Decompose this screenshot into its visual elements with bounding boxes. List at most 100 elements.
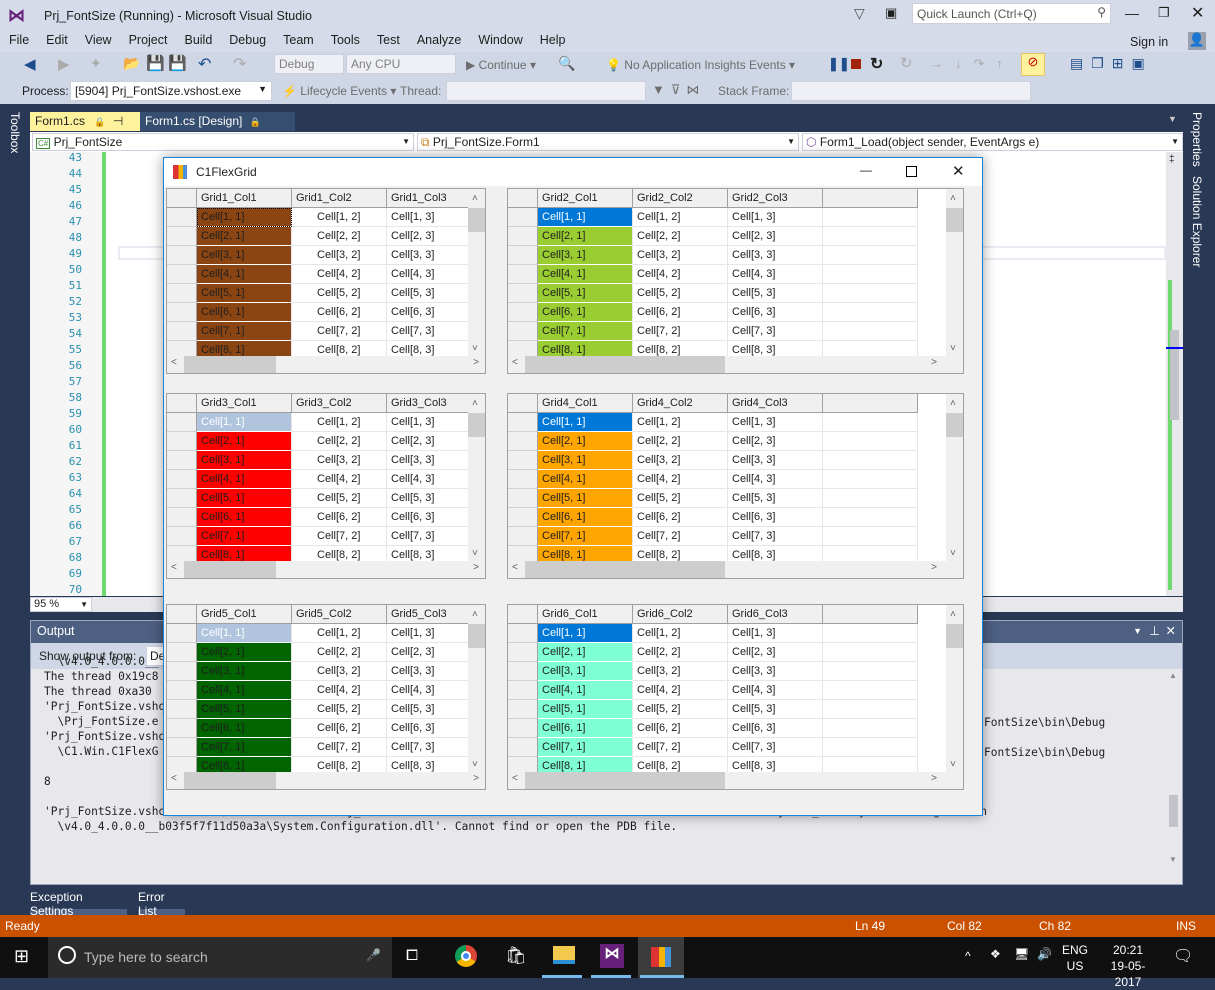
scroll-right-icon[interactable]: > <box>931 357 937 368</box>
grid-cell[interactable]: Cell[7, 1] <box>538 322 633 341</box>
grid-cell[interactable]: Cell[5, 3] <box>387 284 469 303</box>
row-header[interactable] <box>508 489 538 508</box>
grid-cell[interactable]: Cell[4, 2] <box>633 681 728 700</box>
grid-cell[interactable]: Cell[4, 2] <box>633 265 728 284</box>
insights-dropdown[interactable]: 💡 No Application Insights Events ▾ <box>606 58 795 72</box>
form-minimize-button[interactable]: — <box>860 163 872 177</box>
menu-test[interactable]: Test <box>368 30 408 47</box>
flexgrid-5[interactable]: Grid5_Col1 Grid5_Col2 Grid5_Col3 Cell[1, 1]… <box>166 604 486 790</box>
horizontal-scrollbar[interactable]: < > <box>508 772 963 789</box>
grid-cell[interactable]: Cell[2, 1] <box>538 227 633 246</box>
menu-view[interactable]: View <box>76 30 120 47</box>
tab-form1-cs[interactable]: Form1.cs 🔒 ⊣ ✕ <box>30 112 140 142</box>
grid-cell[interactable]: Cell[7, 2] <box>292 527 387 546</box>
action-center-icon[interactable]: 🗨 <box>1173 946 1193 966</box>
properties-tab[interactable]: Properties <box>1190 112 1204 167</box>
vertical-scrollbar[interactable]: ˄ ˅ <box>946 394 963 561</box>
row-header[interactable] <box>167 643 197 662</box>
flexgrid-1[interactable]: Grid1_Col1 Grid1_Col2 Grid1_Col3 Cell[1, 1]… <box>166 188 486 374</box>
grid-cell[interactable]: Cell[4, 1] <box>538 681 633 700</box>
account-avatar-icon[interactable]: 👤 <box>1188 32 1206 50</box>
grid-cell[interactable]: Cell[3, 1] <box>538 662 633 681</box>
scroll-down-icon[interactable]: ˅ <box>472 759 478 770</box>
row-header[interactable] <box>167 489 197 508</box>
scroll-thumb[interactable] <box>184 356 276 373</box>
grid-cell[interactable]: Cell[6, 3] <box>387 719 469 738</box>
menu-edit[interactable]: Edit <box>37 30 76 47</box>
row-header[interactable] <box>508 432 538 451</box>
menu-project[interactable]: Project <box>120 30 176 47</box>
scroll-thumb[interactable] <box>946 413 963 437</box>
grid-cell[interactable]: Cell[2, 1] <box>197 643 292 662</box>
open-file-icon[interactable]: 📂 <box>123 55 140 72</box>
grid-cell[interactable]: Cell[7, 2] <box>292 322 387 341</box>
grid-cell[interactable]: Cell[3, 1] <box>197 662 292 681</box>
scroll-thumb[interactable] <box>468 413 485 437</box>
grid-cell[interactable]: Cell[1, 2] <box>292 208 387 227</box>
scroll-thumb[interactable] <box>525 561 725 578</box>
grid-cell[interactable]: Cell[1, 2] <box>633 624 728 643</box>
continue-button[interactable]: ▶ Continue ▾ <box>466 58 536 72</box>
grid-cell[interactable]: Cell[5, 3] <box>387 489 469 508</box>
grid-cell[interactable]: Cell[1, 1] <box>197 624 292 643</box>
menu-help[interactable]: Help <box>531 30 574 47</box>
grid-cell[interactable]: Cell[2, 3] <box>387 227 469 246</box>
grid-cell[interactable]: Cell[6, 2] <box>633 719 728 738</box>
scroll-right-icon[interactable]: > <box>473 357 479 368</box>
grid-cell[interactable]: Cell[3, 1] <box>538 246 633 265</box>
feedback-icon[interactable]: ▣ <box>885 5 897 21</box>
grid-cell-empty[interactable] <box>823 413 918 432</box>
panel-menu-icon[interactable]: ▼ <box>1133 626 1142 636</box>
horizontal-scrollbar[interactable]: < > <box>508 356 963 373</box>
menu-debug[interactable]: Debug <box>220 30 274 47</box>
grid-cell[interactable]: Cell[7, 1] <box>197 738 292 757</box>
row-header[interactable] <box>508 700 538 719</box>
row-header[interactable] <box>167 265 197 284</box>
grid-cell[interactable]: Cell[3, 2] <box>633 662 728 681</box>
scroll-thumb[interactable] <box>468 624 485 648</box>
grid-cell[interactable]: Cell[4, 3] <box>728 470 823 489</box>
grid-cell[interactable]: Cell[3, 3] <box>728 451 823 470</box>
clock[interactable]: 20:21 19-05-2017 <box>1098 942 1158 990</box>
grid-cell[interactable]: Cell[6, 3] <box>387 508 469 527</box>
grid-cell[interactable]: Cell[4, 3] <box>387 470 469 489</box>
scroll-thumb[interactable] <box>946 624 963 648</box>
grid-cell[interactable]: Cell[4, 1] <box>538 265 633 284</box>
grid-cell-empty[interactable] <box>823 681 918 700</box>
row-header[interactable] <box>508 527 538 546</box>
scroll-down-icon[interactable]: ˅ <box>950 548 956 559</box>
row-header[interactable] <box>508 719 538 738</box>
grid-cell[interactable]: Cell[5, 1] <box>538 284 633 303</box>
scroll-right-icon[interactable]: > <box>931 562 937 573</box>
grid-cell[interactable]: Cell[6, 1] <box>197 303 292 322</box>
grid-cell[interactable]: Cell[4, 1] <box>197 265 292 284</box>
show-hidden-icons[interactable]: ^ <box>965 949 971 963</box>
menu-window[interactable]: Window <box>469 30 530 47</box>
grid-cell[interactable]: Cell[7, 3] <box>728 322 823 341</box>
thread-dropdown[interactable] <box>446 81 646 101</box>
row-header[interactable] <box>167 738 197 757</box>
grid-cell[interactable]: Cell[6, 1] <box>197 719 292 738</box>
visual-studio-icon[interactable]: ⋈ <box>600 944 624 968</box>
row-header[interactable] <box>167 432 197 451</box>
row-header[interactable] <box>508 738 538 757</box>
form-maximize-button[interactable] <box>906 166 917 177</box>
row-header[interactable] <box>167 227 197 246</box>
member-dropdown[interactable]: ⬡ Form1_Load(object sender, EventArgs e)… <box>802 133 1183 151</box>
scroll-right-icon[interactable]: > <box>473 562 479 573</box>
scroll-thumb[interactable] <box>1170 330 1179 420</box>
grid-cell[interactable]: Cell[7, 3] <box>387 527 469 546</box>
file-explorer-icon[interactable] <box>553 946 575 964</box>
scroll-thumb[interactable] <box>525 356 725 373</box>
scroll-up-icon[interactable]: ˄ <box>472 398 478 409</box>
vertical-scrollbar[interactable]: ˄ ˅ <box>468 394 485 561</box>
output-vertical-scrollbar[interactable]: ▲ ▼ <box>1165 669 1182 869</box>
grid-cell[interactable]: Cell[2, 3] <box>728 227 823 246</box>
grid-cell[interactable]: Cell[3, 3] <box>387 662 469 681</box>
grid-cell[interactable]: Cell[6, 2] <box>633 303 728 322</box>
horizontal-scrollbar[interactable]: < > <box>508 561 963 578</box>
zoom-dropdown[interactable]: 95 % ▼ <box>30 597 92 612</box>
grid-cell[interactable]: Cell[4, 3] <box>387 681 469 700</box>
grid-cell[interactable]: Cell[5, 3] <box>728 284 823 303</box>
scroll-down-icon[interactable]: ˅ <box>472 343 478 354</box>
